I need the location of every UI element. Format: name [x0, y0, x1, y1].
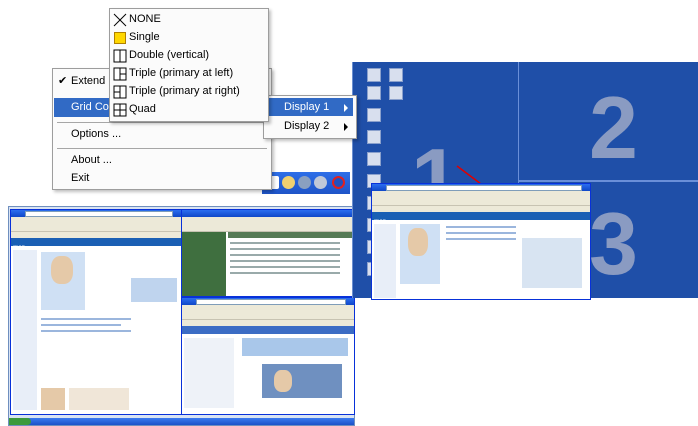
grid-option-single[interactable]: Single	[129, 31, 160, 43]
tiled-windows-screenshot: msn	[8, 206, 355, 426]
grid-quad-icon	[113, 103, 127, 117]
submenu-arrow-icon	[344, 123, 348, 131]
menu-item-display-2[interactable]: Display 2	[284, 120, 329, 132]
menu-item-options[interactable]: Options ...	[71, 128, 121, 140]
zone-2-label: 2	[589, 78, 638, 177]
none-x-icon	[113, 13, 127, 27]
grid-single-icon	[114, 32, 126, 44]
desktop-icon[interactable]	[367, 130, 381, 144]
desktop-icon[interactable]	[367, 86, 381, 100]
desktop-icon[interactable]	[367, 108, 381, 122]
browser-window-left: msn	[10, 209, 182, 415]
grid-triple-right-icon	[113, 85, 127, 99]
browser-window-bottom-right	[181, 297, 355, 415]
hand-icon[interactable]	[282, 176, 295, 189]
display-submenu: Display 1 Display 2	[263, 95, 357, 139]
desktop-icon[interactable]	[367, 152, 381, 166]
desktop-icon[interactable]	[367, 68, 381, 82]
grid-option-double-vertical[interactable]: Double (vertical)	[129, 49, 209, 61]
menu-item-extend[interactable]: Extend	[71, 75, 105, 87]
grid-option-quad[interactable]: Quad	[129, 103, 156, 115]
system-tray	[262, 172, 350, 194]
antivirus-icon[interactable]	[332, 176, 345, 189]
desktop-browser-window[interactable]: msn	[371, 183, 591, 300]
menu-separator	[57, 122, 267, 123]
zone-3-label: 3	[589, 194, 638, 293]
grid-triple-left-icon	[113, 67, 127, 81]
menu-item-display-1[interactable]: Display 1	[284, 101, 329, 113]
menu-separator	[57, 148, 267, 149]
submenu-arrow-icon	[344, 104, 348, 112]
mail-window	[181, 209, 355, 297]
grid-option-none[interactable]: NONE	[129, 13, 161, 25]
grid-double-vertical-icon	[113, 49, 127, 63]
menu-item-about[interactable]: About ...	[71, 154, 112, 166]
grid-submenu: NONE Single Double (vertical) Triple (pr…	[109, 8, 269, 122]
volume-icon[interactable]	[314, 176, 327, 189]
desktop-icon[interactable]	[389, 68, 403, 82]
menu-item-grid-control[interactable]: Grid Cor	[71, 101, 113, 113]
menu-item-exit[interactable]: Exit	[71, 172, 89, 184]
desktop-icon[interactable]	[389, 86, 403, 100]
check-icon: ✔	[58, 75, 68, 87]
grid-option-triple-right[interactable]: Triple (primary at right)	[129, 85, 240, 97]
desktop-screenshot: 1 2 3 msn	[352, 62, 698, 300]
tray-globe-icon[interactable]	[298, 176, 311, 189]
grid-option-triple-left[interactable]: Triple (primary at left)	[129, 67, 233, 79]
